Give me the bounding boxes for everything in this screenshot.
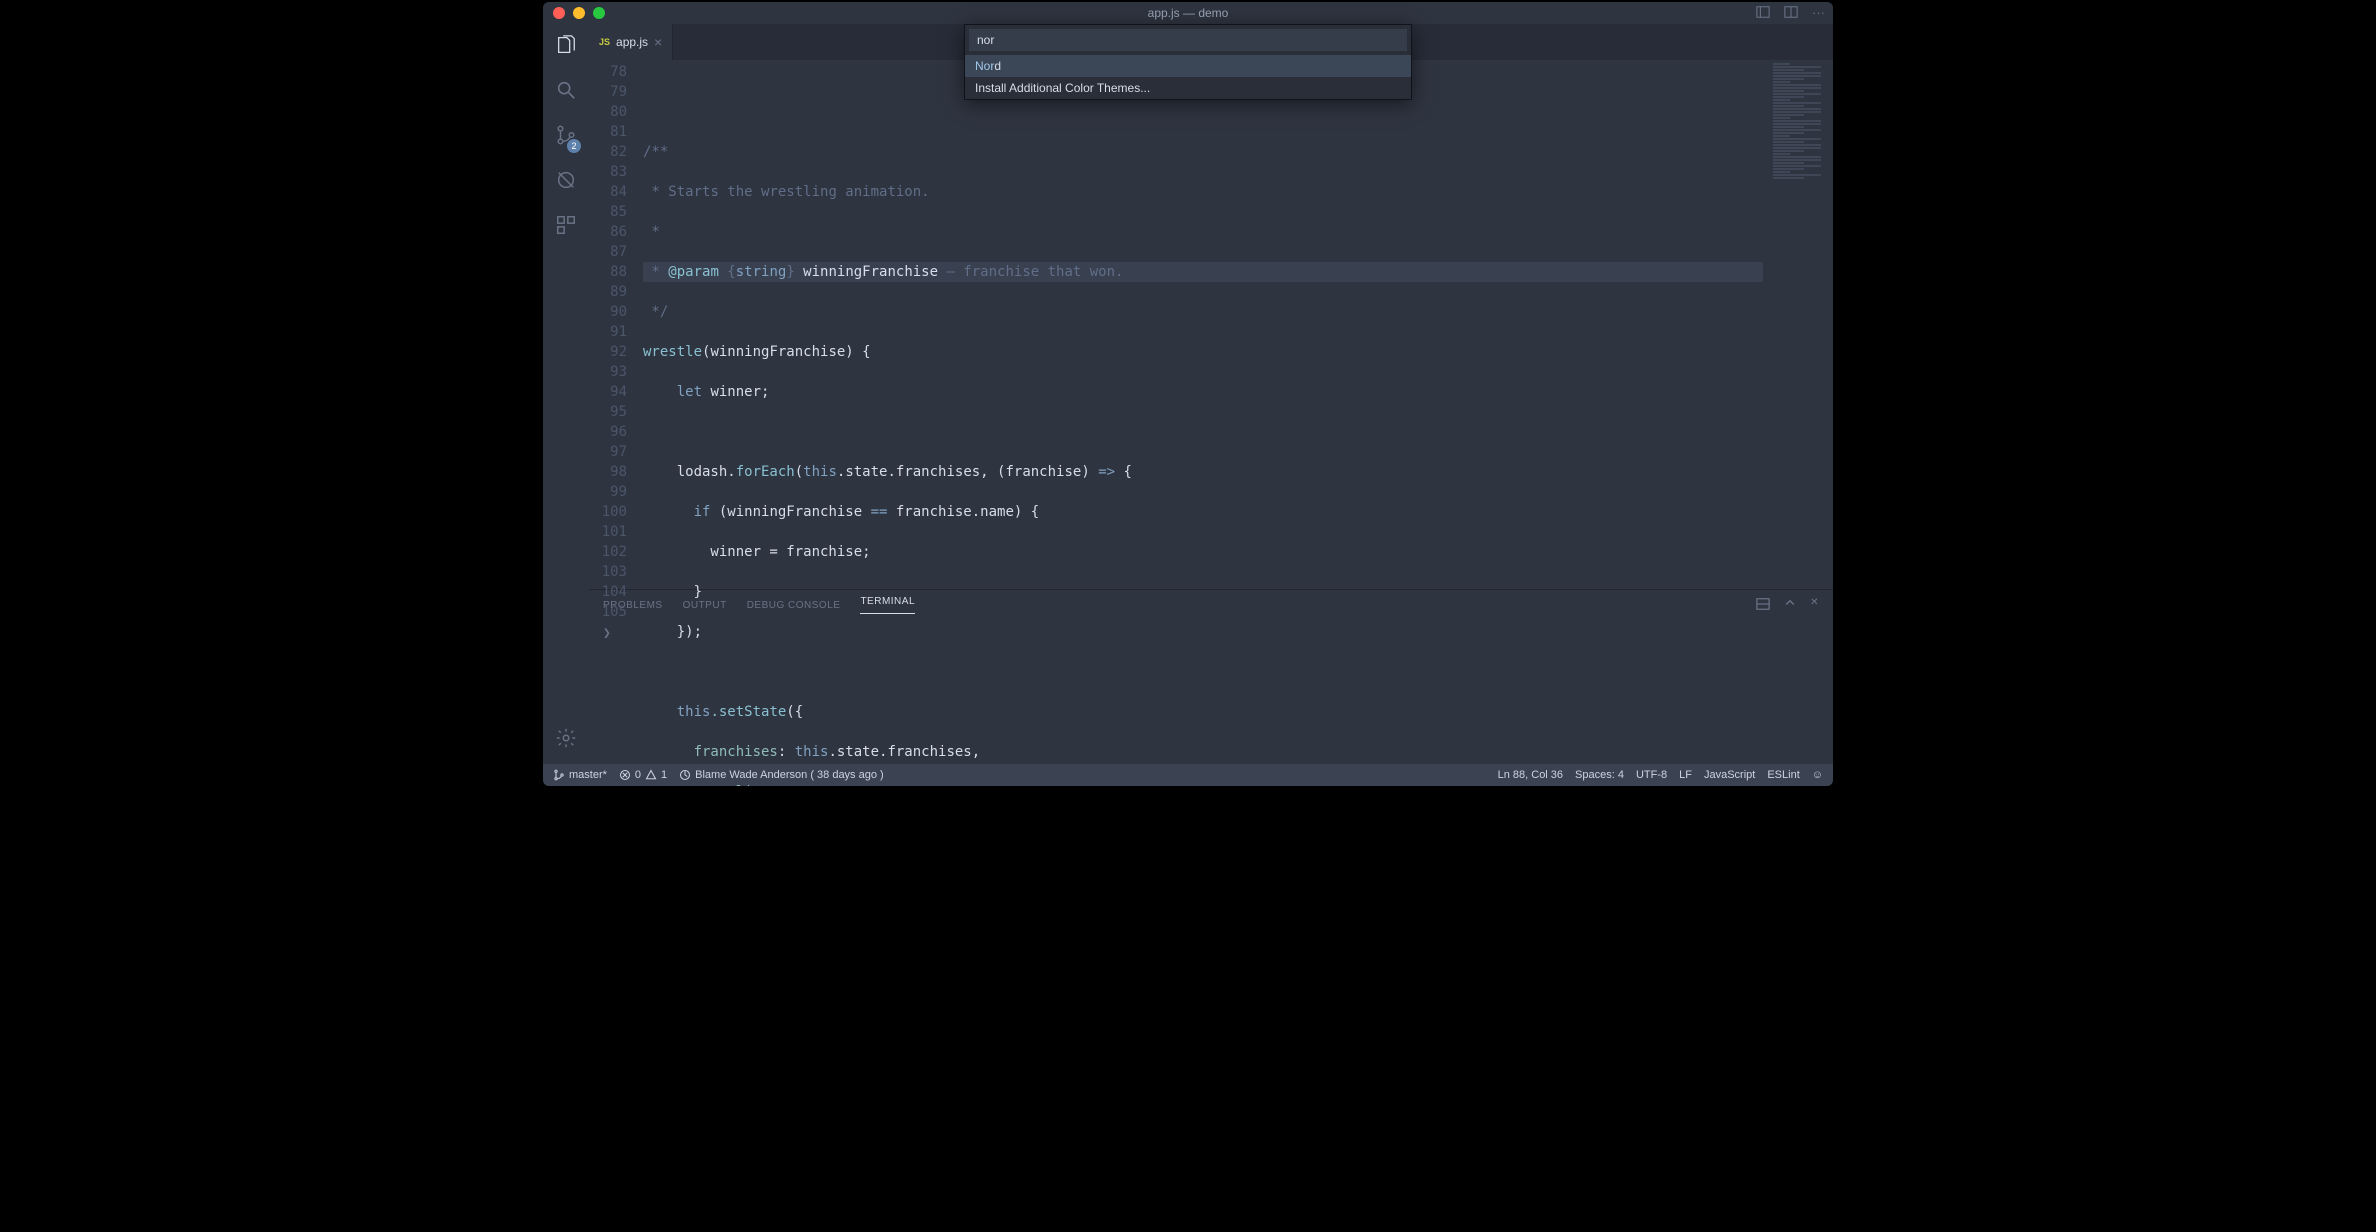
feedback-icon[interactable]: ☺ bbox=[1812, 769, 1823, 781]
file-ext-badge: JS bbox=[599, 37, 610, 47]
main-area: 2 JS app.js × 787 bbox=[543, 24, 1833, 764]
titlebar: app.js — demo ··· bbox=[543, 2, 1833, 24]
tab-label: app.js bbox=[616, 35, 648, 49]
eslint-status[interactable]: ESLint bbox=[1767, 769, 1799, 781]
line-gutter: 787980 818283 848586 878889 909192 93949… bbox=[589, 60, 643, 589]
scm-icon[interactable]: 2 bbox=[555, 124, 577, 149]
split-view-icon[interactable] bbox=[1756, 5, 1770, 22]
debug-icon[interactable] bbox=[555, 169, 577, 194]
explorer-icon[interactable] bbox=[555, 34, 577, 59]
titlebar-actions: ··· bbox=[1756, 5, 1825, 22]
fullscreen-window-button[interactable] bbox=[593, 7, 605, 19]
minimap[interactable] bbox=[1763, 60, 1833, 589]
layout-icon[interactable] bbox=[1784, 5, 1798, 22]
gear-icon[interactable] bbox=[555, 727, 577, 752]
quick-input-overlay: Nord Install Additional Color Themes... bbox=[964, 24, 1412, 100]
git-branch-status[interactable]: master* bbox=[553, 769, 607, 781]
window-title: app.js — demo bbox=[1148, 6, 1229, 20]
chevron-up-icon[interactable] bbox=[1784, 597, 1796, 614]
extensions-icon[interactable] bbox=[555, 214, 577, 239]
activity-bar: 2 bbox=[543, 24, 589, 764]
terminal-prompt: ❯ bbox=[603, 626, 611, 641]
minimize-window-button[interactable] bbox=[573, 7, 585, 19]
code-area[interactable]: /** * Starts the wrestling animation. * … bbox=[643, 60, 1763, 589]
close-panel-icon[interactable]: ✕ bbox=[1810, 597, 1819, 614]
traffic-lights bbox=[543, 7, 605, 19]
tab-app-js[interactable]: JS app.js × bbox=[589, 24, 673, 60]
vscode-window: app.js — demo ··· Nord Install Additiona… bbox=[543, 2, 1833, 786]
editor-pane[interactable]: 787980 818283 848586 878889 909192 93949… bbox=[589, 60, 1833, 589]
quick-input-item-install-themes[interactable]: Install Additional Color Themes... bbox=[965, 77, 1411, 99]
scm-badge: 2 bbox=[567, 139, 581, 153]
quick-input-field[interactable] bbox=[969, 29, 1407, 51]
minimap-preview bbox=[1773, 63, 1829, 203]
close-icon[interactable]: × bbox=[654, 34, 662, 50]
search-icon[interactable] bbox=[555, 79, 577, 104]
more-icon[interactable]: ··· bbox=[1812, 5, 1825, 22]
close-window-button[interactable] bbox=[553, 7, 565, 19]
quick-input-item-nord[interactable]: Nord bbox=[965, 55, 1411, 77]
editor-section: JS app.js × 787980 818283 848586 878889 … bbox=[589, 24, 1833, 764]
